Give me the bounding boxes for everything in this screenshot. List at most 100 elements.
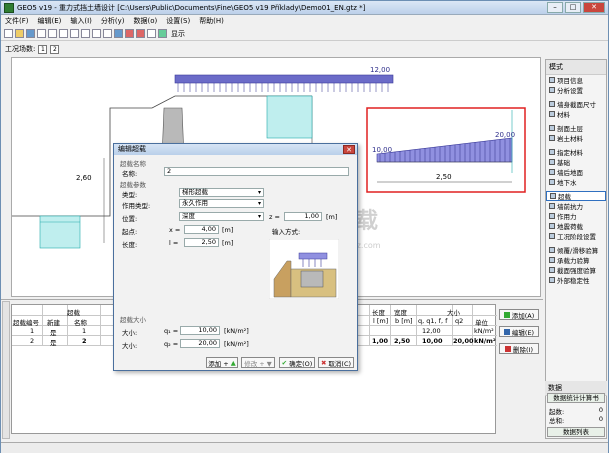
row-2-q2: 20,00 bbox=[453, 337, 474, 345]
new-file-icon[interactable] bbox=[4, 29, 13, 38]
close-button[interactable]: ✕ bbox=[583, 2, 605, 13]
zoom-in-icon[interactable] bbox=[81, 29, 90, 38]
surcharge-end-value: 20,00 bbox=[495, 131, 515, 139]
q2-input[interactable]: 20,00 bbox=[180, 339, 220, 348]
resistance-icon bbox=[549, 203, 555, 209]
undo-icon[interactable] bbox=[48, 29, 57, 38]
surcharge-start-value: 10,00 bbox=[372, 146, 392, 154]
print-icon[interactable] bbox=[37, 29, 46, 38]
toolbar: 显示 bbox=[1, 27, 608, 41]
copy-icon[interactable] bbox=[70, 29, 79, 38]
mode-item-check[interactable]: 倾覆/滑移验算 bbox=[546, 245, 606, 255]
edit-button-label: 编辑(E) bbox=[511, 328, 535, 337]
mode-item-resistance[interactable]: 墙前抗力 bbox=[546, 201, 606, 211]
mode-item-stability[interactable]: 外部稳定性 bbox=[546, 275, 606, 285]
mode-panel-title: 模式 bbox=[546, 60, 606, 75]
start-label: 起点: bbox=[122, 228, 138, 236]
menu-input[interactable]: 输入(I) bbox=[70, 16, 92, 26]
zoom-fit-icon[interactable] bbox=[103, 29, 112, 38]
data-calc-button[interactable]: 数据统计计算书 bbox=[547, 393, 605, 403]
groundwater-right bbox=[266, 95, 313, 139]
mode-item-soil[interactable]: 岩土材料 bbox=[546, 133, 606, 143]
mode-item-label: 墙前抗力 bbox=[557, 203, 583, 211]
dialog-add-button[interactable]: 添加 + ▲ bbox=[206, 357, 238, 368]
menu-edit[interactable]: 编辑(E) bbox=[38, 16, 62, 26]
add-button[interactable]: 添加(A) bbox=[499, 309, 539, 320]
mode-item-stage[interactable]: 工况阶段设置 bbox=[546, 231, 606, 241]
q1-unit: [kN/m²] bbox=[224, 327, 249, 335]
menu-help[interactable]: 帮助(H) bbox=[199, 16, 224, 26]
minimize-button[interactable]: – bbox=[547, 2, 563, 13]
mode-item-terrain[interactable]: 墙后地面 bbox=[546, 167, 606, 177]
length-input[interactable]: 2,50 bbox=[184, 238, 219, 247]
groundwater-left bbox=[39, 215, 81, 249]
redo-icon[interactable] bbox=[59, 29, 68, 38]
dimension-icon[interactable] bbox=[136, 29, 145, 38]
mode-item-assign[interactable]: 指定材料 bbox=[546, 147, 606, 157]
section-icon bbox=[549, 267, 555, 273]
row-2-b: 2,50 bbox=[394, 337, 411, 345]
display-icon[interactable] bbox=[158, 29, 167, 38]
q1-input[interactable]: 10,00 bbox=[180, 326, 220, 335]
dialog-modify-button[interactable]: 修改 + ▼ bbox=[241, 357, 275, 368]
mode-item-label: 截面强度验算 bbox=[557, 267, 596, 275]
edit-button[interactable]: 编辑(E) bbox=[499, 326, 539, 337]
menu-settings[interactable]: 设置(S) bbox=[166, 16, 190, 26]
row-2-number: 2 bbox=[30, 337, 35, 345]
mode-item-info[interactable]: 项目信息 bbox=[546, 75, 606, 85]
menu-data[interactable]: 数据(o) bbox=[134, 16, 158, 26]
grid-icon[interactable] bbox=[125, 29, 134, 38]
mode-item-water[interactable]: 地下水 bbox=[546, 177, 606, 187]
stage-icon bbox=[549, 233, 555, 239]
q2-symbol: q₂ = bbox=[164, 340, 179, 348]
stage-2-button[interactable]: 2 bbox=[50, 44, 60, 54]
zoom-out-icon[interactable] bbox=[92, 29, 101, 38]
menu-file[interactable]: 文件(F) bbox=[5, 16, 29, 26]
mode-item-label: 工况阶段设置 bbox=[557, 233, 596, 241]
mode-item-foundation[interactable]: 基础 bbox=[546, 157, 606, 167]
row-1-new: 是 bbox=[50, 329, 57, 337]
position-select[interactable]: 深度 bbox=[179, 212, 264, 221]
dialog-close-icon[interactable]: ✕ bbox=[343, 145, 355, 154]
start-input[interactable]: 4,00 bbox=[184, 225, 219, 234]
mode-item-gear[interactable]: 分析设置 bbox=[546, 85, 606, 95]
menu-analysis[interactable]: 分析(y) bbox=[101, 16, 125, 26]
settings-icon[interactable] bbox=[147, 29, 156, 38]
dialog-cancel-button[interactable]: ✖ 取消(C) bbox=[318, 357, 354, 368]
mode-item-surcharge[interactable]: 超载 bbox=[546, 191, 606, 201]
left-side-tab[interactable] bbox=[2, 301, 10, 439]
dialog-ok-button[interactable]: ✔ 确定(O) bbox=[279, 357, 315, 368]
mode-item-section[interactable]: 截面强度验算 bbox=[546, 265, 606, 275]
mode-item-force[interactable]: 作用力 bbox=[546, 211, 606, 221]
assign-icon bbox=[549, 149, 555, 155]
delete-button[interactable]: 删除(I) bbox=[499, 343, 539, 354]
save-icon[interactable] bbox=[26, 29, 35, 38]
type-select[interactable]: 梯形超载 bbox=[179, 188, 264, 197]
app-window: GEO5 v19 - 重力式挡土墙设计 [C:\Users\Public\Doc… bbox=[0, 0, 609, 453]
mode-item-wall[interactable]: 墙身截面尺寸 bbox=[546, 99, 606, 109]
mode-item-label: 作用力 bbox=[557, 213, 577, 221]
type-label: 类型: bbox=[122, 191, 138, 199]
name-input[interactable]: 2 bbox=[164, 167, 349, 176]
maximize-button[interactable]: □ bbox=[565, 2, 581, 13]
mode-item-material[interactable]: 材料 bbox=[546, 109, 606, 119]
action-type-select[interactable]: 永久作用 bbox=[179, 199, 264, 208]
mode-item-layers[interactable]: 剖面土层 bbox=[546, 123, 606, 133]
grid-header-width: 宽度 bbox=[394, 309, 407, 317]
info-icon bbox=[549, 77, 555, 83]
delete-button-label: 删除(I) bbox=[513, 345, 533, 354]
edit-icon bbox=[503, 328, 510, 335]
move-icon[interactable] bbox=[114, 29, 123, 38]
row-1-unit: kN/m² bbox=[474, 327, 494, 335]
soil-icon bbox=[549, 135, 555, 141]
mode-item-bearing[interactable]: 承载力验算 bbox=[546, 255, 606, 265]
length-label: 长度: bbox=[122, 241, 138, 249]
stage-1-button[interactable]: 1 bbox=[38, 44, 48, 54]
data-list-button[interactable]: 数据列表 bbox=[547, 427, 605, 437]
open-folder-icon[interactable] bbox=[15, 29, 24, 38]
z-input[interactable]: 1,00 bbox=[284, 212, 322, 221]
display-label[interactable]: 显示 bbox=[171, 29, 185, 39]
mode-item-earthquake[interactable]: 地震荷载 bbox=[546, 221, 606, 231]
position-label: 位置: bbox=[122, 215, 138, 223]
size-section-label: 超载大小 bbox=[120, 316, 146, 324]
